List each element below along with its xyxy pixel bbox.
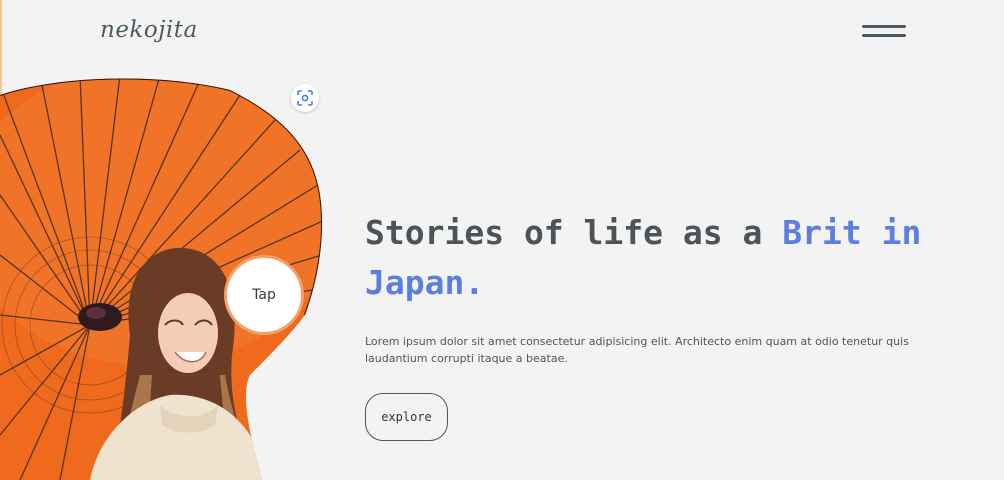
hero-headline: Stories of life as a Brit in Japan. xyxy=(365,208,985,308)
hero-description: Lorem ipsum dolor sit amet consectetur a… xyxy=(365,335,909,365)
tap-button[interactable]: Tap xyxy=(224,255,304,335)
hamburger-menu-button[interactable] xyxy=(862,22,906,42)
focus-scan-icon xyxy=(297,90,313,106)
hamburger-icon-line-bottom xyxy=(862,34,906,37)
hamburger-icon-line-top xyxy=(862,25,906,28)
focus-scan-button[interactable] xyxy=(291,84,319,112)
headline-text: Stories of life as a xyxy=(365,213,783,252)
site-logo[interactable]: nekojita xyxy=(100,17,198,43)
explore-button[interactable]: explore xyxy=(365,393,448,441)
